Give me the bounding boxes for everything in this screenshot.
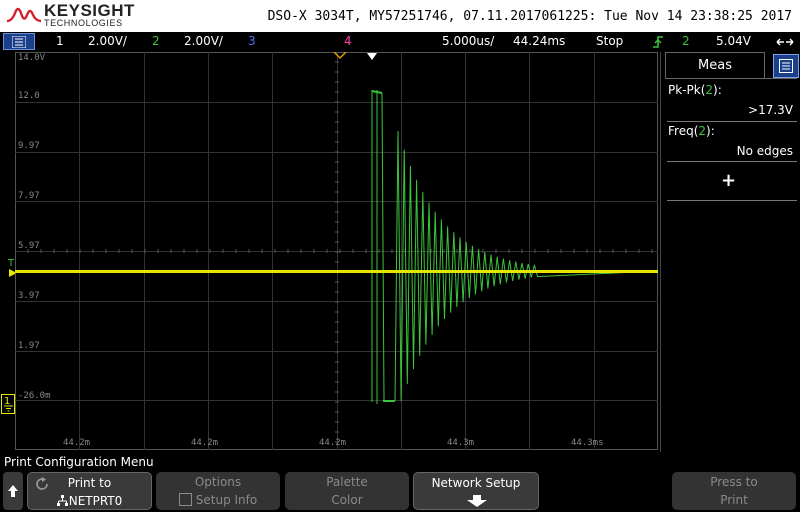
press-to-print-button[interactable]: Press to Print (672, 472, 796, 510)
print-to-button[interactable]: Print to NETPRT0 (27, 472, 152, 510)
ch1-scale[interactable]: 2.00V/ (88, 34, 127, 48)
ch2-trace-ringing (394, 130, 659, 402)
options-button[interactable]: Options Setup Info (156, 472, 280, 510)
waveform-grid (14, 51, 659, 450)
status-bar: 1 2.00V/ 2 2.00V/ 3 4 5.000us/ 44.24ms S… (0, 32, 800, 52)
x-label: 44.2m (319, 438, 347, 448)
meas-item-pkpk-value: >17.3V (748, 103, 793, 117)
y-label: 5.97 (18, 241, 40, 251)
palette-button[interactable]: Palette Color (285, 472, 409, 510)
meas-settings-button[interactable] (773, 54, 799, 78)
y-label: 7.97 (18, 191, 40, 201)
y-label: 14.0V (18, 53, 46, 63)
arrow-down-icon (467, 495, 487, 507)
timebase-value[interactable]: 5.000us/ (442, 34, 494, 48)
ch2-trace-edge (381, 92, 385, 401)
trigger-level-marker[interactable]: T (8, 258, 14, 269)
ch1-number[interactable]: 1 (56, 34, 64, 48)
keysight-logo-icon (6, 7, 42, 23)
meas-item-freq-value: No edges (736, 144, 793, 158)
meas-item-pkpk-label[interactable]: Pk-Pk(2): (668, 83, 722, 97)
meas-list: Pk-Pk(2): >17.3V Freq(2): No edges + (665, 78, 797, 201)
softkey-bar: Print to NETPRT0 Options Setup Info Pale… (0, 472, 800, 512)
document-icon (779, 59, 793, 73)
setup-info-checkbox[interactable] (178, 493, 192, 506)
x-label: 44.3m (447, 438, 475, 448)
trigger-time-marker (367, 53, 377, 60)
y-label: -26.0m (18, 391, 51, 401)
delay-value[interactable]: 44.24ms (513, 34, 565, 48)
divider (667, 200, 797, 201)
menu-title: Print Configuration Menu (4, 455, 154, 469)
meas-tab[interactable]: Meas (665, 52, 765, 78)
back-button[interactable] (3, 472, 23, 510)
x-label: 44.3ms (571, 438, 604, 448)
ch2-scale[interactable]: 2.00V/ (184, 34, 223, 48)
network-setup-button[interactable]: Network Setup (413, 472, 539, 510)
divider (667, 121, 797, 122)
zoom-icon[interactable] (776, 35, 794, 49)
title-bar: KEYSIGHT TECHNOLOGIES DSO-X 3034T, MY572… (0, 0, 800, 32)
y-label: 1.97 (18, 341, 40, 351)
y-label: 12.0 (18, 91, 40, 101)
y-label: 3.97 (18, 291, 40, 301)
ch4-number[interactable]: 4 (344, 34, 352, 48)
meas-item-freq-label[interactable]: Freq(2): (668, 124, 715, 138)
ch1-ground-marker[interactable]: 1 (1, 394, 15, 414)
network-icon (56, 495, 68, 506)
ch2-number[interactable]: 2 (152, 34, 160, 48)
instrument-title: DSO-X 3034T, MY57251746, 07.11.201706122… (267, 9, 792, 24)
ch2-trace-plateau-high (371, 90, 383, 94)
arrow-up-icon (8, 485, 18, 497)
x-label: 44.2m (191, 438, 219, 448)
menu-icon (12, 36, 26, 48)
add-measurement-button[interactable]: + (721, 170, 736, 191)
divider (667, 161, 797, 162)
trigger-edge-icon[interactable] (652, 35, 664, 49)
main-menu-button[interactable] (3, 33, 35, 50)
waveform-display[interactable]: 14.0V 12.0 9.97 7.97 5.97 3.97 1.97 -26.… (14, 51, 659, 450)
measurement-panel: Meas Pk-Pk(2): >17.3V Freq(2): No edges … (660, 52, 800, 452)
ch3-number[interactable]: 3 (248, 34, 256, 48)
ground-icon (4, 405, 13, 412)
brand-subtitle: TECHNOLOGIES (44, 18, 123, 28)
trigger-level[interactable]: 5.04V (716, 34, 751, 48)
y-label: 9.97 (18, 141, 40, 151)
run-state[interactable]: Stop (596, 34, 623, 48)
trigger-channel[interactable]: 2 (682, 34, 690, 48)
x-label: 44.2m (63, 438, 91, 448)
